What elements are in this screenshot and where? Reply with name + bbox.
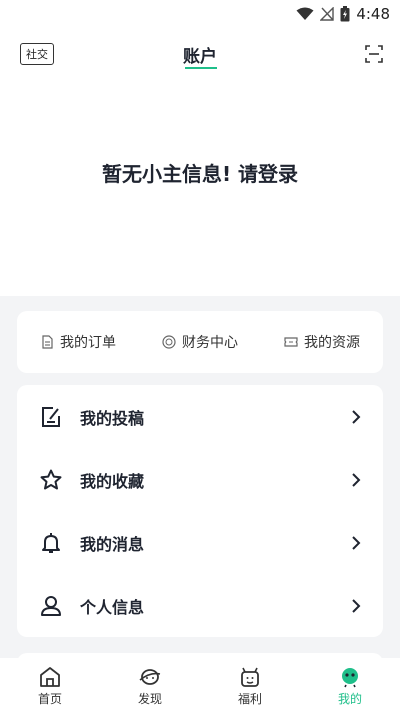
- my-orders-link[interactable]: 我的订单: [40, 332, 116, 352]
- tab-mine-label: 我的: [337, 692, 362, 706]
- chevron-right-icon: [352, 472, 361, 487]
- document-icon: [42, 335, 53, 349]
- planet-icon: [139, 669, 161, 685]
- ticket-icon: [284, 337, 298, 347]
- status-bar: 4:48: [0, 0, 400, 28]
- chevron-right-icon: [352, 598, 361, 613]
- menu-label-profile: 个人信息: [80, 597, 145, 617]
- tab-discover[interactable]: 发现: [110, 658, 190, 707]
- login-prompt[interactable]: 暂无小主信息! 请登录: [0, 158, 400, 187]
- no-signal-icon: [320, 7, 335, 21]
- finance-center-label: 财务中心: [182, 335, 238, 351]
- coin-icon: [162, 335, 176, 349]
- edit-note-icon: [42, 406, 60, 427]
- finance-center-link[interactable]: 财务中心: [162, 332, 238, 352]
- home-icon: [40, 667, 60, 687]
- status-time: 4:48: [356, 5, 390, 23]
- gift-face-icon: [241, 667, 259, 687]
- chevron-right-icon: [352, 409, 361, 424]
- battery-charging-icon: [340, 6, 350, 22]
- tab-home[interactable]: 首页: [10, 658, 90, 707]
- bottom-tab-bar: 首页 发现 福利 我的: [0, 658, 400, 711]
- menu-item-profile[interactable]: 个人信息: [17, 574, 383, 637]
- tab-discover-label: 发现: [137, 692, 162, 706]
- menu-item-messages[interactable]: 我的消息: [17, 511, 383, 574]
- menu-item-submissions[interactable]: 我的投稿: [17, 385, 383, 448]
- menu-item-favorites[interactable]: 我的收藏: [17, 448, 383, 511]
- menu-label-submissions: 我的投稿: [80, 408, 145, 428]
- tab-home-label: 首页: [37, 692, 62, 706]
- mine-face-icon: [342, 668, 358, 688]
- menu-label-favorites: 我的收藏: [80, 471, 145, 491]
- menu-card: 我的投稿 我的收藏 我的消息 个人信息: [17, 385, 383, 637]
- star-icon: [40, 469, 62, 489]
- quick-links-card: 我的订单 财务中心 我的资源: [17, 311, 383, 373]
- page-title: 账户: [183, 47, 217, 67]
- my-orders-label: 我的订单: [60, 335, 116, 351]
- chevron-right-icon: [352, 535, 361, 550]
- tab-welfare[interactable]: 福利: [210, 658, 290, 707]
- tab-mine[interactable]: 我的: [310, 658, 390, 707]
- wifi-icon: [296, 7, 314, 20]
- account-header-area: 4:48 社交 账户 暂无小主信息! 请登录: [0, 0, 400, 296]
- person-icon: [41, 595, 61, 616]
- menu-label-messages: 我的消息: [80, 534, 145, 554]
- bell-icon: [42, 532, 60, 553]
- title-underline: [185, 67, 217, 69]
- scan-icon[interactable]: [364, 44, 384, 64]
- tab-welfare-label: 福利: [237, 692, 262, 706]
- my-resources-link[interactable]: 我的资源: [284, 332, 360, 352]
- my-resources-label: 我的资源: [304, 335, 360, 351]
- top-nav: 社交 账户: [0, 38, 400, 72]
